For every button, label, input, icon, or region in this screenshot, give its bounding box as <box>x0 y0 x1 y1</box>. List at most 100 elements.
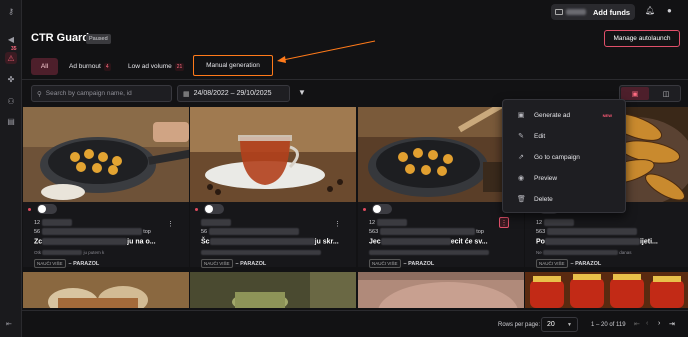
menu-item-label: Delete <box>534 195 553 203</box>
card-thumbnail <box>23 107 189 202</box>
tab-label: Manual generation <box>206 62 260 69</box>
card-meta: 12 56 top ⋮ Zc ju na o... Otk ju putem k … <box>23 202 189 268</box>
pencil-icon: ✎ <box>518 133 524 140</box>
campaign-name: Zc ju na o... <box>34 238 156 246</box>
next-page-icon[interactable]: › <box>658 320 660 327</box>
rows-per-page-select[interactable]: 20 ▼ <box>541 317 578 332</box>
active-toggle[interactable] <box>372 204 392 214</box>
page-title: CTR Guard <box>31 32 90 44</box>
eye-icon: ◉ <box>517 175 525 182</box>
sparkle-image-icon: ▣ <box>517 112 525 119</box>
campaign-name: Šc ju skr... <box>201 238 339 246</box>
document-icon[interactable]: ▤ <box>5 115 17 127</box>
user-icon[interactable]: ● <box>667 6 672 15</box>
status-dot <box>195 208 198 211</box>
status-badge: Paused <box>86 34 111 44</box>
brand-chip: NAUČI VIŠE <box>536 259 568 268</box>
campaign-description <box>369 250 489 256</box>
wallet-icon <box>555 9 563 15</box>
campaign-id: 12 <box>536 219 574 226</box>
campaign-card-thumbnail[interactable] <box>190 272 356 308</box>
status-dot <box>363 208 366 211</box>
campaign-id: 12 <box>369 219 407 226</box>
date-range-value: 24/08/2022 – 29/10/2025 <box>193 90 272 97</box>
more-options-icon[interactable]: ⋮ <box>334 220 341 228</box>
tab-count: 4 <box>103 62 111 71</box>
manage-autolaunch-button[interactable]: Manage autolaunch <box>604 30 680 47</box>
campaign-card[interactable]: 12 563 top ⋮ Jec ecit će sv... NAUČI VIŠE… <box>358 107 524 268</box>
list-view-icon[interactable]: ◫ <box>652 87 680 100</box>
menu-item-generate-ad[interactable]: ▣ Generate ad NEW <box>503 105 625 125</box>
users-icon[interactable]: ✤ <box>5 73 17 85</box>
ctr-guard-icon[interactable]: ⚠ <box>5 52 17 64</box>
brand-name: – PARAZOL <box>403 260 435 267</box>
search-placeholder: Search by campaign name, id <box>45 90 132 97</box>
campaign-name: Po ijeti... <box>536 238 658 246</box>
brand-name: – PARAZOL <box>235 260 267 267</box>
calendar-icon: ▦ <box>183 90 190 98</box>
card-meta: 12 563 top ⋮ Jec ecit će sv... NAUČI VIŠE… <box>358 202 524 268</box>
menu-item-edit[interactable]: ✎ Edit <box>503 126 625 146</box>
campaign-subline: 56 top <box>34 228 151 235</box>
brand-line: NAUČI VIŠE – PARAZOL <box>34 259 99 268</box>
logo-key-icon[interactable]: ⚷ <box>5 5 17 17</box>
filter-icon[interactable]: ▼ <box>298 88 306 97</box>
megaphone-icon[interactable]: ◀ <box>5 33 17 45</box>
audience-icon[interactable]: ⚇ <box>5 95 17 107</box>
campaign-description: Otk ju putem k <box>34 250 105 256</box>
brand-line: NAUČI VIŠE – PARAZOL <box>536 259 601 268</box>
menu-item-preview[interactable]: ◉ Preview <box>503 168 625 188</box>
first-page-icon[interactable]: ⇤ <box>634 320 640 328</box>
campaign-id <box>201 219 231 226</box>
search-icon: ⚲ <box>37 90 42 98</box>
pagination-range: 1 – 20 of 119 <box>591 322 626 328</box>
card-actions-menu: ▣ Generate ad NEW ✎ Edit ⇗ Go to campaig… <box>502 99 626 213</box>
add-funds-button[interactable]: Add funds <box>593 8 630 17</box>
brand-line: NAUČI VIŠE – PARAZOL <box>201 259 266 268</box>
campaign-card-thumbnail[interactable] <box>525 272 688 308</box>
tab-ad-burnout[interactable]: Ad burnout 4 <box>69 58 111 75</box>
menu-item-label: Edit <box>534 132 546 140</box>
campaign-description <box>201 250 321 256</box>
funds-widget[interactable]: Add funds <box>551 4 635 20</box>
bell-icon[interactable]: 🔔︎ <box>645 6 655 15</box>
chevron-down-icon: ▼ <box>567 321 572 328</box>
sidebar-badge: 35 <box>11 46 17 52</box>
search-input[interactable]: ⚲ Search by campaign name, id <box>31 85 172 102</box>
brand-chip: NAUČI VIŠE <box>369 259 401 268</box>
tab-label: Ad burnout <box>69 63 101 70</box>
brand-name: – PARAZOL <box>570 260 602 267</box>
tab-label: All <box>40 63 49 70</box>
rows-per-page-label: Rows per page: <box>498 322 541 328</box>
tab-manual-generation[interactable]: Manual generation <box>193 55 273 76</box>
tabs-divider <box>22 79 688 80</box>
campaign-card[interactable]: 56 ⋮ Šc ju skr... NAUČI VIŠE – PARAZOL <box>190 107 356 268</box>
active-toggle[interactable] <box>37 204 57 214</box>
last-page-icon[interactable]: ⇥ <box>669 320 675 328</box>
campaign-card[interactable]: 12 56 top ⋮ Zc ju na o... Otk ju putem k … <box>23 107 189 268</box>
active-toggle[interactable] <box>204 204 224 214</box>
app-root: ⚷ ◀ ⚠ 35 ✤ ⚇ ▤ ⇤ Add funds 🔔︎ ● CTR Guar… <box>0 0 688 337</box>
campaign-card-thumbnail[interactable] <box>23 272 189 308</box>
campaign-subline: 563 top <box>369 228 484 235</box>
tab-all[interactable]: All <box>31 58 58 75</box>
collapse-sidebar-icon[interactable]: ⇤ <box>6 320 12 328</box>
status-dot <box>28 208 31 211</box>
more-options-icon[interactable]: ⋮ <box>167 220 174 228</box>
more-options-icon[interactable]: ⋮ <box>499 217 509 228</box>
campaign-id: 12 <box>34 219 72 226</box>
card-thumbnail <box>190 107 356 202</box>
date-range-picker[interactable]: ▦ 24/08/2022 – 29/10/2025 <box>177 85 290 102</box>
grid-view-icon[interactable]: ▣ <box>621 87 649 100</box>
campaign-subline: 56 <box>201 228 299 235</box>
campaign-name: Jec ecit će sv... <box>369 238 488 246</box>
prev-page-icon[interactable]: ‹ <box>646 320 648 327</box>
menu-item-delete[interactable]: 🗑︎ Delete <box>503 189 625 209</box>
menu-item-go-to-campaign[interactable]: ⇗ Go to campaign <box>503 147 625 167</box>
external-link-icon: ⇗ <box>518 154 524 161</box>
tab-low-ad-volume[interactable]: Low ad volume 21 <box>128 58 185 75</box>
campaign-description: Ne danas <box>536 250 632 256</box>
tab-count: 21 <box>174 62 185 71</box>
menu-item-label: Preview <box>534 174 558 182</box>
campaign-card-thumbnail[interactable] <box>358 272 524 308</box>
